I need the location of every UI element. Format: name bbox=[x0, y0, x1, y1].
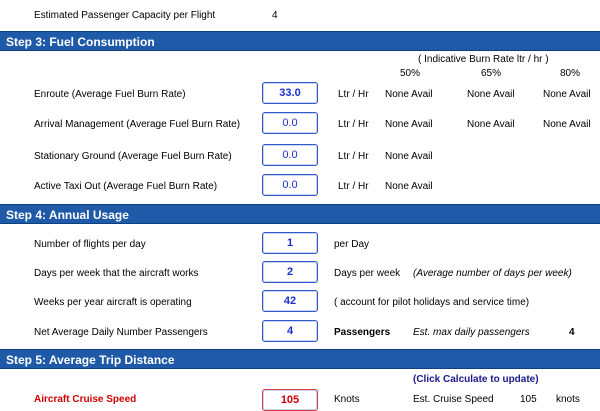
cruise-speed-input[interactable]: 105 bbox=[262, 389, 318, 411]
days-per-week-note: (Average number of days per week) bbox=[413, 268, 572, 279]
pct-col-65: 65% bbox=[481, 68, 502, 79]
stationary-50: None Avail bbox=[385, 151, 433, 162]
flights-per-day-unit: per Day bbox=[334, 239, 370, 250]
arrival-50: None Avail bbox=[385, 119, 433, 130]
passenger-capacity-value: 4 bbox=[272, 10, 278, 21]
max-daily-passengers-label: Est. max daily passengers bbox=[413, 327, 530, 338]
enroute-50: None Avail bbox=[385, 89, 433, 100]
step4-header: Step 4: Annual Usage bbox=[0, 204, 600, 224]
daily-passengers-label: Net Average Daily Number Passengers bbox=[34, 327, 208, 338]
step3-header: Step 3: Fuel Consumption bbox=[0, 31, 600, 51]
enroute-burn-input[interactable]: 33.0 bbox=[262, 82, 318, 104]
taxi-out-50: None Avail bbox=[385, 181, 433, 192]
taxi-out-label: Active Taxi Out (Average Fuel Burn Rate) bbox=[34, 181, 218, 192]
taxi-out-unit: Ltr / Hr bbox=[338, 181, 369, 192]
days-per-week-unit: Days per week bbox=[334, 268, 401, 279]
weeks-per-year-unit: ( account for pilot holidays and service… bbox=[334, 297, 530, 308]
weeks-per-year-input[interactable]: 42 bbox=[262, 290, 318, 312]
arrival-burn-input[interactable]: 0.0 bbox=[262, 112, 318, 134]
enroute-label: Enroute (Average Fuel Burn Rate) bbox=[34, 89, 186, 100]
days-per-week-input[interactable]: 2 bbox=[262, 261, 318, 283]
flights-per-day-label: Number of flights per day bbox=[34, 239, 146, 250]
enroute-80: None Avail bbox=[543, 89, 591, 100]
taxi-out-burn-input[interactable]: 0.0 bbox=[262, 174, 318, 196]
arrival-label: Arrival Management (Average Fuel Burn Ra… bbox=[34, 119, 241, 130]
max-daily-passengers-value: 4 bbox=[569, 327, 575, 338]
days-per-week-label: Days per week that the aircraft works bbox=[34, 268, 199, 279]
arrival-65: None Avail bbox=[467, 119, 515, 130]
enroute-65: None Avail bbox=[467, 89, 515, 100]
calculate-note: (Click Calculate to update) bbox=[413, 374, 539, 385]
flights-per-day-input[interactable]: 1 bbox=[262, 232, 318, 254]
stationary-label: Stationary Ground (Average Fuel Burn Rat… bbox=[34, 151, 232, 162]
weeks-per-year-label: Weeks per year aircraft is operating bbox=[34, 297, 192, 308]
passenger-capacity-label: Estimated Passenger Capacity per Flight bbox=[34, 10, 216, 21]
arrival-unit: Ltr / Hr bbox=[338, 119, 369, 130]
pct-col-80: 80% bbox=[560, 68, 581, 79]
step5-header: Step 5: Average Trip Distance bbox=[0, 349, 600, 369]
daily-passengers-unit: Passengers bbox=[334, 327, 391, 338]
stationary-unit: Ltr / Hr bbox=[338, 151, 369, 162]
burn-rate-header: ( Indicative Burn Rate ltr / hr ) bbox=[418, 54, 549, 65]
daily-passengers-input[interactable]: 4 bbox=[262, 320, 318, 342]
enroute-unit: Ltr / Hr bbox=[338, 89, 369, 100]
pct-col-50: 50% bbox=[400, 68, 421, 79]
arrival-80: None Avail bbox=[543, 119, 591, 130]
stationary-burn-input[interactable]: 0.0 bbox=[262, 144, 318, 166]
